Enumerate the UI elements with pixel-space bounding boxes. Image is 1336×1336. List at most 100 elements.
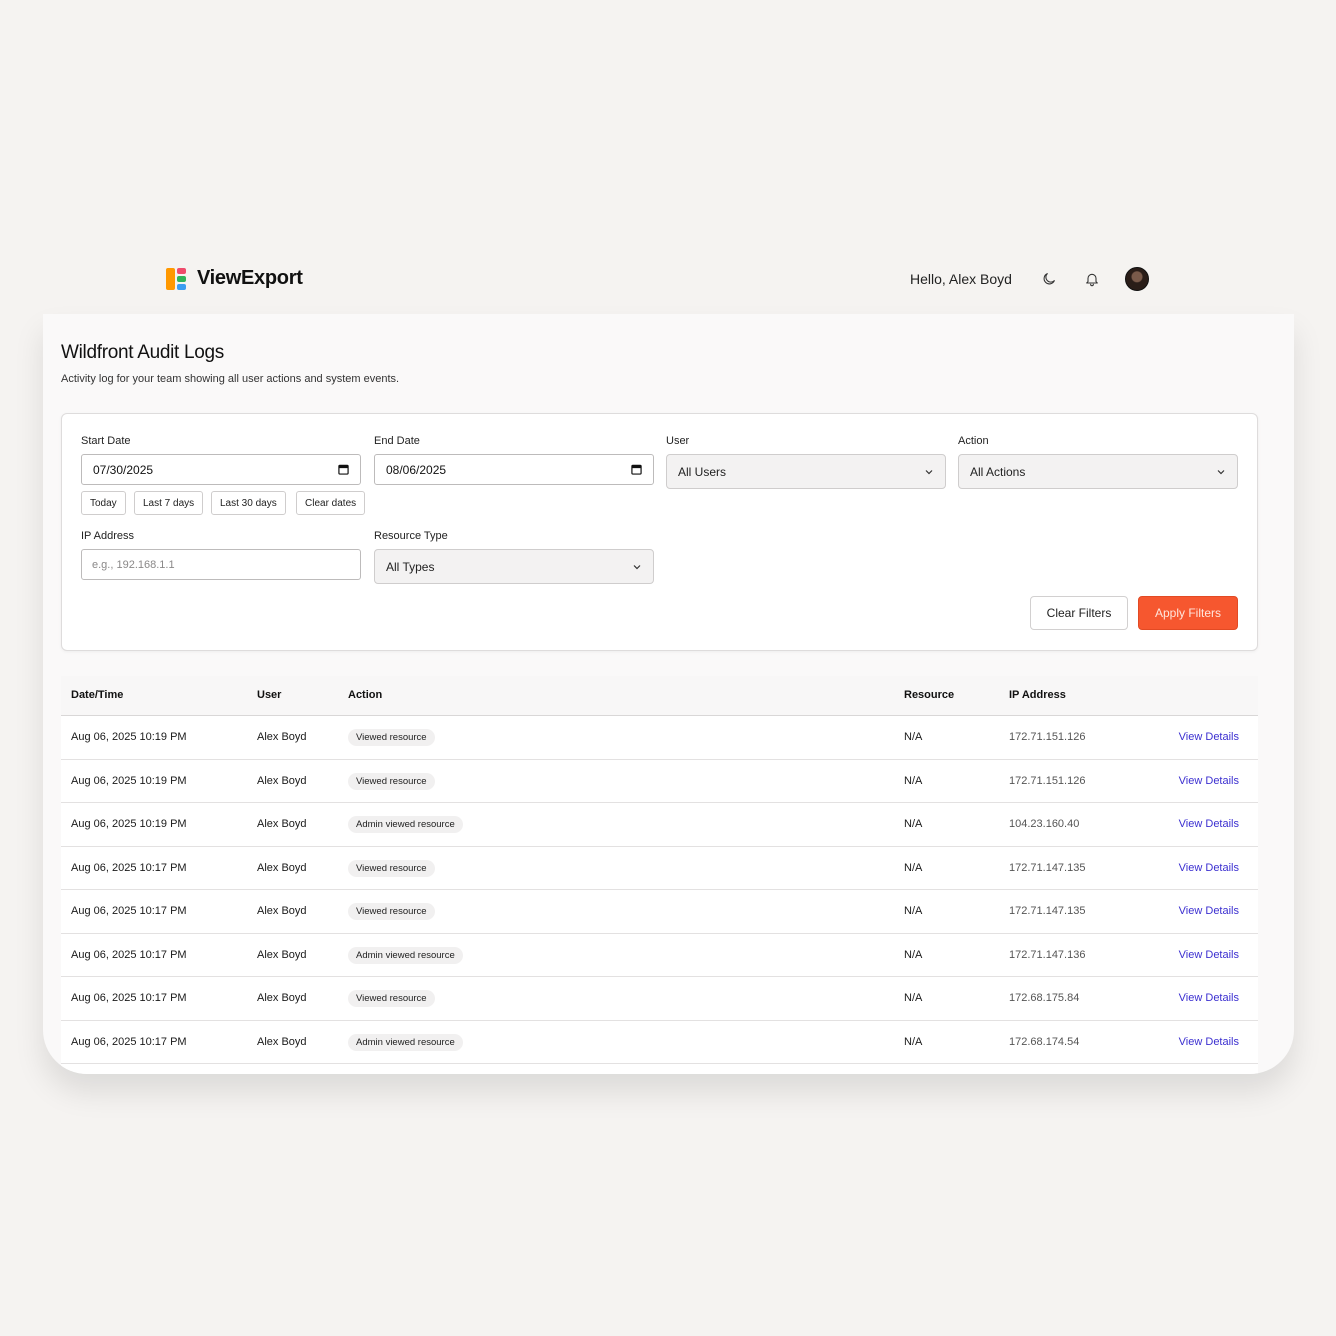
notifications-button[interactable] [1080,267,1104,291]
calendar-icon [338,464,349,475]
view-details-link[interactable]: View Details [1179,992,1239,1004]
table-row: Aug 06, 2025 10:17 PM Alex Boyd Viewed res… [61,847,1258,890]
view-details-link[interactable]: View Details [1179,949,1239,961]
start-date-input[interactable]: 07/30/2025 [81,454,361,485]
table-row: Aug 06, 2025 10:17 PM Alex Boyd Admin view… [61,1021,1258,1064]
cell-user: Alex Boyd [257,774,307,787]
action-filter-label: Action [958,435,989,447]
cell-user: Alex Boyd [257,948,307,961]
cell-datetime: Aug 06, 2025 10:19 PM [71,818,187,830]
cell-datetime: Aug 06, 2025 10:17 PM [71,992,187,1004]
brand-name: ViewExport [197,267,303,289]
range-last-30-days-button[interactable]: Last 30 days [211,491,286,515]
column-header-datetime: Date/Time [71,689,124,701]
moon-icon [1043,273,1055,285]
ip-address-placeholder: e.g., 192.168.1.1 [92,558,175,571]
action-badge: Viewed resource [348,859,435,877]
clear-dates-button[interactable]: Clear dates [296,491,366,515]
action-badge: Viewed resource [348,903,435,920]
chevron-down-icon [1217,469,1225,474]
action-badge: Admin viewed resource [348,1033,463,1051]
resource-type-value: All Types [386,559,435,574]
cell-datetime: Aug 06, 2025 10:17 PM [71,1035,187,1048]
action-select-value: All Actions [970,464,1026,479]
table-row: Aug 06, 2025 10:17 PM Alex Boyd Admin view… [61,934,1258,977]
user-select[interactable]: All Users [666,454,946,489]
cell-user: Alex Boyd [257,731,307,743]
cell-datetime: Aug 06, 2025 10:19 PM [71,774,187,787]
cell-ip-address: 172.71.151.126 [1009,731,1086,743]
view-details-link[interactable]: View Details [1179,1036,1239,1048]
page-title: Wildfront Audit Logs [61,342,224,363]
cell-resource: N/A [904,948,923,961]
viewexport-logo-icon [166,267,188,290]
cell-resource: N/A [904,774,923,787]
audit-log-table: Date/Time User Action Resource IP Addres… [61,676,1258,1074]
calendar-icon [631,464,642,475]
table-row: Aug 06, 2025 10:19 PM Alex Boyd Viewed res… [61,760,1258,803]
table-row: Aug 06, 2025 10:17 PM Alex Boyd Viewed res… [61,890,1258,934]
chevron-down-icon [925,469,933,474]
cell-resource: N/A [904,905,923,917]
user-avatar[interactable] [1125,267,1149,291]
end-date-label: End Date [374,435,420,447]
cell-ip-address: 172.71.147.136 [1009,948,1086,961]
cell-ip-address: 172.68.174.54 [1009,1035,1080,1048]
cell-resource: N/A [904,1035,923,1048]
column-header-resource: Resource [904,689,955,701]
view-details-link[interactable]: View Details [1179,818,1239,830]
ip-address-input[interactable]: e.g., 192.168.1.1 [81,549,361,580]
range-today-button[interactable]: Today [81,491,126,515]
view-details-link[interactable]: View Details [1179,905,1239,917]
cell-user: Alex Boyd [257,861,307,874]
user-filter-label: User [666,435,690,447]
view-details-link[interactable]: View Details [1179,775,1239,787]
cell-user: Alex Boyd [257,905,307,917]
table-row: Aug 06, 2025 10:19 PM Alex Boyd Admin view… [61,803,1258,847]
top-navigation: ViewExport Hello, Alex Boyd [43,250,1294,314]
column-header-user: User [257,689,282,701]
cell-ip-address: 172.71.147.135 [1009,905,1086,917]
cell-datetime: Aug 06, 2025 10:19 PM [71,731,187,743]
column-header-ip-address: IP Address [1009,689,1066,701]
cell-ip-address: 172.71.151.126 [1009,774,1086,787]
brand[interactable]: ViewExport [166,267,303,290]
cell-resource: N/A [904,731,923,743]
view-details-link[interactable]: View Details [1179,731,1239,743]
action-select[interactable]: All Actions [958,454,1238,489]
resource-type-select[interactable]: All Types [374,549,654,584]
table-row: Aug 06, 2025 10:19 PM Alex Boyd Viewed res… [61,716,1258,760]
action-badge: Viewed resource [348,729,435,746]
filters-card: Start Date 07/30/2025 End Date 08/06/202… [61,413,1258,651]
bell-icon [1086,273,1098,287]
action-badge: Admin viewed resource [348,816,463,833]
table-row: Aug 06, 2025 10:17 PM Alex Boyd Viewed res… [61,977,1258,1021]
cell-user: Alex Boyd [257,1035,307,1048]
end-date-input[interactable]: 08/06/2025 [374,454,654,485]
column-header-action: Action [348,689,383,701]
apply-filters-button[interactable]: Apply Filters [1138,596,1238,630]
ip-address-label: IP Address [81,530,134,542]
resource-type-label: Resource Type [374,530,448,542]
cell-resource: N/A [904,861,923,874]
cell-ip-address: 172.71.147.135 [1009,861,1086,874]
chevron-down-icon [633,564,641,569]
range-last-7-days-button[interactable]: Last 7 days [134,491,204,515]
start-date-value: 07/30/2025 [93,462,154,477]
theme-toggle-button[interactable] [1037,267,1061,291]
cell-ip-address: 104.23.160.40 [1009,818,1080,830]
table-header: Date/Time User Action Resource IP Addres… [61,676,1258,716]
cell-datetime: Aug 06, 2025 10:17 PM [71,905,187,917]
cell-datetime: Aug 06, 2025 10:17 PM [71,861,187,874]
action-badge: Admin viewed resource [348,946,463,964]
view-details-link[interactable]: View Details [1179,862,1239,874]
cell-user: Alex Boyd [257,818,307,830]
main-panel: Wildfront Audit Logs Activity log for yo… [43,314,1294,1074]
cell-ip-address: 172.68.175.84 [1009,992,1080,1004]
clear-filters-button[interactable]: Clear Filters [1030,596,1128,630]
user-select-value: All Users [678,464,727,479]
cell-user: Alex Boyd [257,992,307,1004]
end-date-value: 08/06/2025 [386,462,447,477]
start-date-label: Start Date [81,435,131,447]
action-badge: Viewed resource [348,772,435,790]
